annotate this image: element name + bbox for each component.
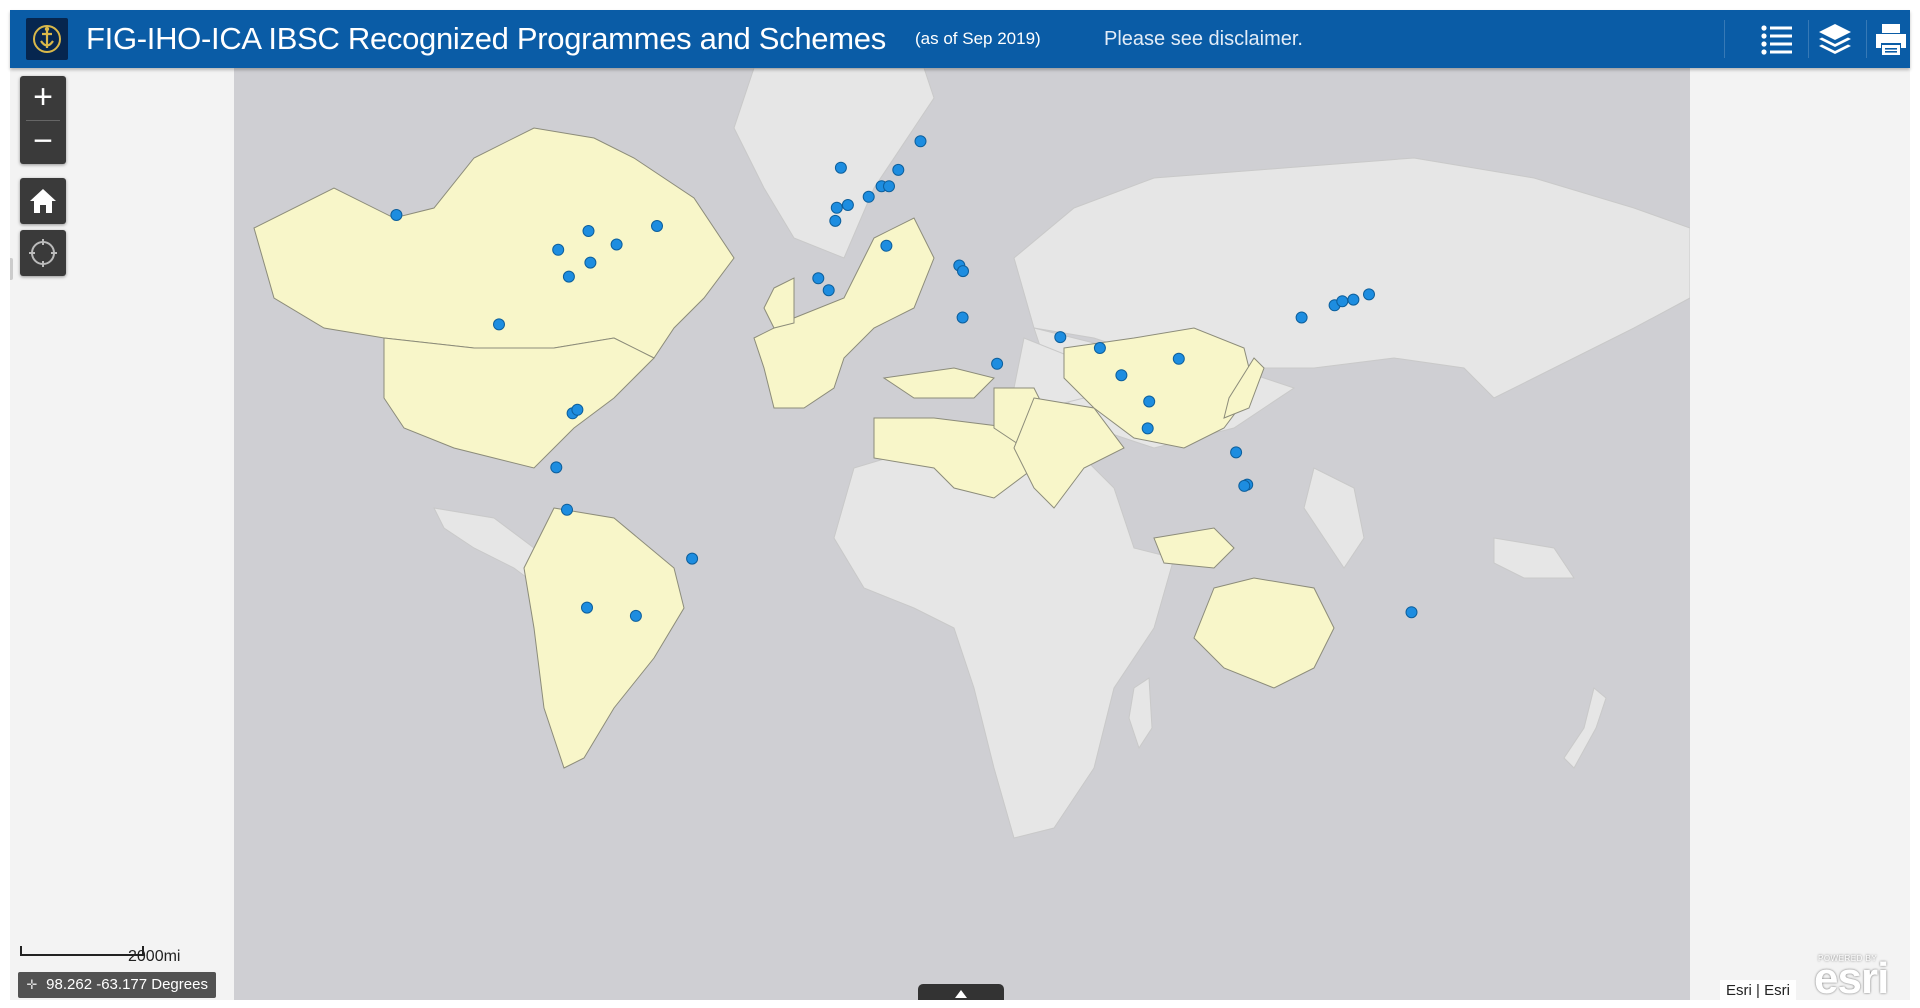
coordinate-value: 98.262 -63.177 Degrees — [46, 976, 208, 993]
print-button[interactable] — [1866, 14, 1916, 64]
programme-marker[interactable] — [651, 220, 663, 232]
programme-marker[interactable] — [552, 243, 565, 256]
programme-marker[interactable] — [1172, 352, 1185, 365]
programme-marker[interactable] — [561, 503, 573, 516]
world-basemap[interactable] — [234, 68, 1690, 1000]
layers-button[interactable] — [1810, 14, 1860, 64]
map-app: FIG-IHO-ICA IBSC Recognized Programmes a… — [10, 10, 1910, 1000]
programme-marker[interactable] — [841, 199, 854, 211]
programme-marker[interactable] — [1143, 395, 1156, 408]
side-panel-tab[interactable] — [10, 258, 13, 280]
programme-marker[interactable] — [830, 201, 843, 214]
home-icon — [30, 189, 56, 213]
programme-marker[interactable] — [571, 403, 584, 416]
home-button[interactable] — [20, 178, 66, 224]
programme-marker[interactable] — [1054, 331, 1067, 344]
programme-marker[interactable] — [1238, 479, 1251, 492]
legend-list-icon — [1761, 25, 1792, 55]
programme-marker[interactable] — [812, 272, 825, 285]
programme-marker[interactable] — [1230, 446, 1243, 459]
locate-icon — [29, 239, 57, 267]
bottom-panel-toggle[interactable] — [918, 984, 1004, 1000]
coordinate-readout: ✛ 98.262 -63.177 Degrees — [18, 972, 216, 998]
programme-marker[interactable] — [956, 311, 969, 324]
programme-marker[interactable] — [862, 190, 875, 203]
map-view[interactable]: + − 2000mi ✛ 98.262 -63.177 Degrees Esri… — [10, 68, 1910, 1000]
scale-bar — [20, 946, 144, 956]
esri-logo[interactable]: POWERED BY esri — [1814, 950, 1904, 1000]
programme-marker[interactable] — [562, 270, 575, 283]
layers-icon — [1819, 24, 1851, 54]
programme-marker[interactable] — [493, 318, 505, 331]
caret-up-icon — [955, 990, 967, 998]
programme-marker[interactable] — [1295, 311, 1308, 324]
programme-marker[interactable] — [1405, 606, 1418, 619]
programme-marker[interactable] — [991, 357, 1004, 370]
programme-marker[interactable] — [883, 180, 895, 193]
print-icon — [1876, 24, 1906, 55]
app-subtitle: (as of Sep 2019) — [915, 29, 1041, 48]
programme-marker[interactable] — [581, 601, 593, 614]
locate-button[interactable] — [20, 230, 66, 276]
programme-marker[interactable] — [584, 256, 597, 269]
app-title: FIG-IHO-ICA IBSC Recognized Programmes a… — [86, 21, 886, 56]
programme-marker[interactable] — [629, 609, 642, 622]
programme-marker[interactable] — [914, 135, 927, 148]
programme-marker[interactable] — [1363, 288, 1375, 301]
app-header: FIG-IHO-ICA IBSC Recognized Programmes a… — [10, 10, 1910, 68]
esri-wordmark: esri — [1814, 954, 1889, 1000]
disclaimer-link[interactable]: Please see disclaimer. — [1104, 10, 1303, 68]
programme-marker[interactable] — [822, 284, 835, 297]
scale-label: 2000mi — [128, 948, 181, 965]
zoom-control: + − — [20, 76, 66, 164]
programme-marker[interactable] — [834, 161, 847, 174]
programme-marker[interactable] — [1347, 293, 1360, 306]
zoom-in-button[interactable]: + — [20, 76, 66, 120]
header-separator — [1808, 20, 1809, 58]
programme-marker[interactable] — [1336, 295, 1349, 308]
programme-marker[interactable] — [610, 238, 623, 251]
legend-button[interactable] — [1752, 14, 1802, 64]
attribution: Esri | Esri — [1720, 980, 1796, 1000]
programme-marker[interactable] — [686, 552, 699, 565]
header-separator — [1724, 20, 1725, 58]
programme-marker[interactable] — [957, 265, 969, 278]
programme-marker[interactable] — [829, 214, 842, 227]
programme-marker[interactable] — [892, 163, 905, 176]
programme-marker[interactable] — [1093, 342, 1106, 354]
programme-marker[interactable] — [390, 209, 403, 221]
logo-emblem-icon — [26, 18, 68, 60]
programme-marker[interactable] — [880, 239, 893, 252]
programme-marker[interactable] — [550, 461, 563, 474]
zoom-out-button[interactable]: − — [20, 120, 66, 164]
crosshair-icon[interactable]: ✛ — [22, 972, 42, 998]
programme-marker[interactable] — [582, 225, 595, 237]
programme-marker[interactable] — [1141, 422, 1154, 435]
programme-marker[interactable] — [1115, 369, 1128, 382]
